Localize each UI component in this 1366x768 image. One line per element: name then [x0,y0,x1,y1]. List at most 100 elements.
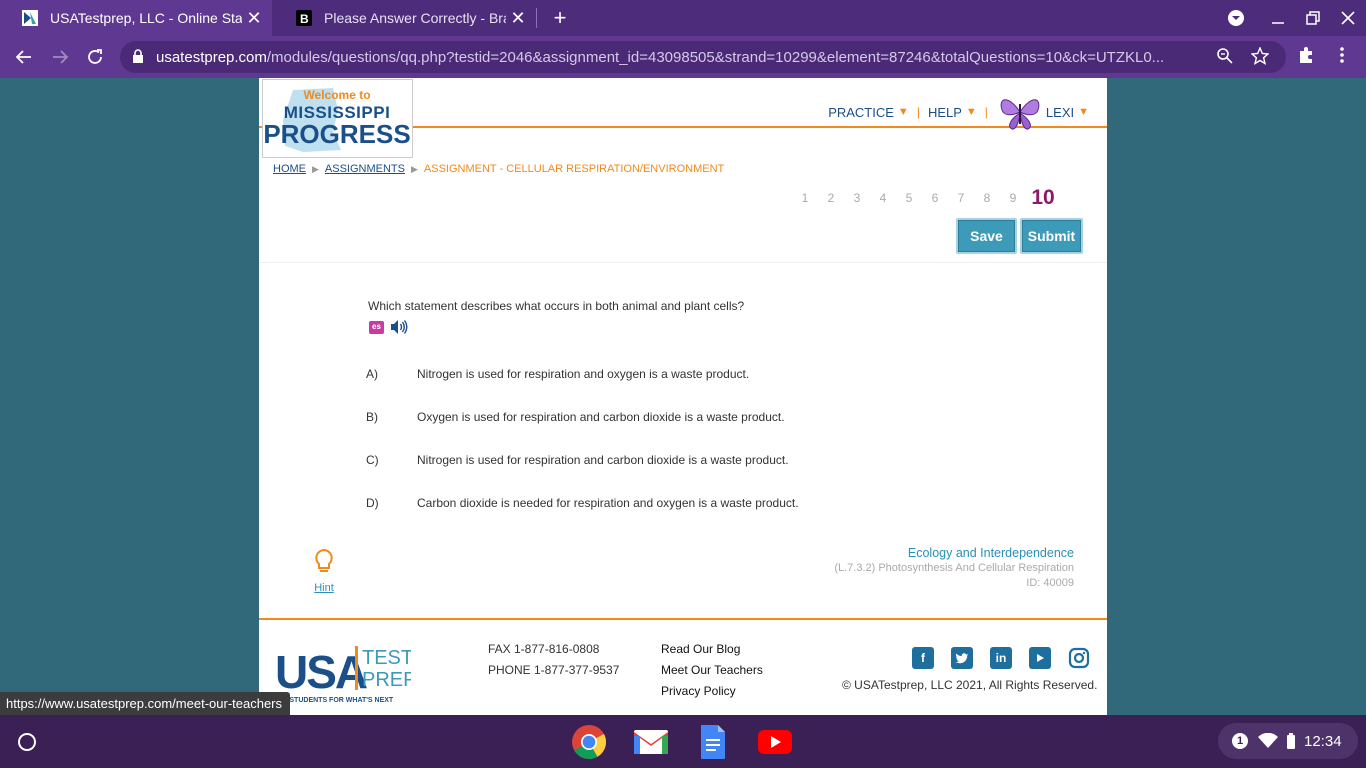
bookmark-star-icon[interactable] [1251,47,1269,65]
butterfly-avatar-icon[interactable] [998,92,1042,132]
tab-usatestprep[interactable]: USATestprep, LLC - Online State- ✕ [0,0,272,36]
main-nav: PRACTICE ▼ | HELP ▼ | LEXI ▼ [828,92,1089,132]
current-question-number: 10 [1031,186,1055,209]
reload-icon[interactable] [83,45,107,69]
nav-help-label: HELP [927,104,962,120]
question-number-link[interactable]: 3 [844,191,870,205]
link-status-bar: https://www.usatestprep.com/meet-our-tea… [0,692,291,715]
choice-letter: B) [366,410,378,424]
question-number-link[interactable]: 5 [896,191,922,205]
hint-button[interactable]: Hint [311,548,337,594]
close-tab-icon[interactable]: ✕ [242,6,266,30]
new-tab-icon[interactable]: + [548,5,572,30]
question-number-link[interactable]: 2 [818,191,844,205]
caret-down-icon: ▼ [897,106,909,118]
choice-text: Nitrogen is used for respiration and oxy… [417,367,750,381]
svg-text:USA: USA [275,646,367,698]
launcher-icon[interactable] [18,733,36,751]
footer-links: Read Our Blog Meet Our Teachers Privacy … [661,639,763,702]
svg-text:Welcome to: Welcome to [303,88,370,102]
nav-user-menu[interactable]: LEXI ▼ [1046,105,1089,120]
hint-label: Hint [314,582,334,594]
close-window-icon[interactable] [1336,6,1360,30]
youtube-app-icon[interactable] [757,724,793,760]
brainly-favicon-icon: B [296,10,312,26]
breadcrumb-assignments-link[interactable]: ASSIGNMENTS [325,163,405,175]
phone-number: PHONE 1-877-377-9537 [488,663,620,677]
svg-text:PREP: PREP [362,669,411,691]
chrome-icon[interactable] [571,724,607,760]
choice-text: Nitrogen is used for respiration and car… [417,453,789,467]
question-id: ID: 40009 [1026,577,1074,589]
choice-text: Oxygen is used for respiration and carbo… [417,410,785,424]
blog-link[interactable]: Read Our Blog [661,639,763,660]
submit-button[interactable]: Submit [1020,218,1083,254]
section-divider [259,262,1107,263]
twitter-icon[interactable] [951,647,973,669]
nav-help[interactable]: HELP ▼ [928,105,977,120]
battery-icon [1287,733,1295,749]
choice-letter: C) [366,453,379,467]
usatestprep-footer-logo[interactable]: USA TEST PREP ING STUDENTS FOR WHAT'S NE… [275,642,411,704]
zoom-icon[interactable] [1216,47,1234,65]
choice-letter: D) [366,496,379,510]
tab-title: USATestprep, LLC - Online State- [50,10,242,26]
tab-separator [536,8,537,28]
wifi-icon [1258,733,1278,748]
tab-title: Please Answer Correctly - Brainly [324,10,506,26]
site-footer: USA TEST PREP ING STUDENTS FOR WHAT'S NE… [259,618,1107,715]
facebook-icon[interactable]: f [912,647,934,669]
restore-icon[interactable] [1301,6,1325,30]
question-number-link[interactable]: 1 [792,191,818,205]
spanish-translation-icon[interactable]: es [369,321,384,334]
youtube-icon[interactable] [1029,647,1051,669]
question-number-link[interactable]: 9 [1000,191,1026,205]
browser-toolbar: usatestprep.com/modules/questions/qq.php… [0,36,1366,78]
usatestprep-favicon-icon [22,10,38,26]
question-number-link[interactable]: 7 [948,191,974,205]
tab-search-icon[interactable] [1224,6,1248,30]
extensions-icon[interactable] [1296,45,1316,70]
tab-strip: USATestprep, LLC - Online State- ✕ B Ple… [0,0,1366,36]
docs-icon[interactable] [695,724,731,760]
caret-down-icon: ▼ [965,106,977,118]
breadcrumb-home-link[interactable]: HOME [273,163,306,175]
mississippi-progress-logo[interactable]: Welcome to MISSISSIPPI PROGRESS [262,79,413,158]
standard-text: (L.7.3.2) Photosynthesis And Cellular Re… [834,562,1074,574]
nav-practice[interactable]: PRACTICE ▼ [828,105,909,120]
menu-kebab-icon[interactable] [1334,45,1350,70]
address-bar[interactable]: usatestprep.com/modules/questions/qq.php… [120,41,1286,73]
question-navigator: 1 2 3 4 5 6 7 8 9 10 [792,186,1060,210]
gmail-icon[interactable] [633,724,669,760]
question-text: Which statement describes what occurs in… [368,299,745,313]
domain-link[interactable]: Ecology and Interdependence [834,546,1074,561]
forward-arrow-icon[interactable] [48,45,72,69]
choice-text: Carbon dioxide is needed for respiration… [417,496,799,510]
tab-brainly[interactable]: B Please Answer Correctly - Brainly ✕ [274,0,536,36]
breadcrumb-arrow-icon: ▶ [411,163,418,174]
instagram-icon[interactable] [1068,647,1090,669]
status-tray[interactable]: 1 12:34 [1218,723,1358,759]
url-text: usatestprep.com/modules/questions/qq.php… [156,49,1165,66]
linkedin-icon[interactable]: in [990,647,1012,669]
contact-info: FAX 1-877-816-0808 PHONE 1-877-377-9537 [488,639,619,681]
speaker-audio-icon[interactable] [390,319,408,335]
save-button[interactable]: Save [956,218,1017,254]
question-number-link[interactable]: 6 [922,191,948,205]
question-metadata: Ecology and Interdependence (L.7.3.2) Ph… [834,546,1074,591]
fax-number: FAX 1-877-816-0808 [488,642,600,656]
svg-text:B: B [300,12,309,26]
svg-text:PROGRESS: PROGRESS [263,119,410,149]
meet-teachers-link[interactable]: Meet Our Teachers [661,660,763,681]
social-links: f in [912,647,1090,669]
back-arrow-icon[interactable] [12,45,36,69]
minimize-icon[interactable] [1266,6,1290,30]
question-number-link[interactable]: 8 [974,191,1000,205]
nav-divider: | [984,105,988,119]
lock-icon[interactable] [132,49,144,63]
caret-down-icon: ▼ [1078,106,1089,118]
question-number-link[interactable]: 4 [870,191,896,205]
notification-badge[interactable]: 1 [1232,733,1248,749]
privacy-policy-link[interactable]: Privacy Policy [661,681,763,702]
close-tab-icon[interactable]: ✕ [506,6,530,30]
